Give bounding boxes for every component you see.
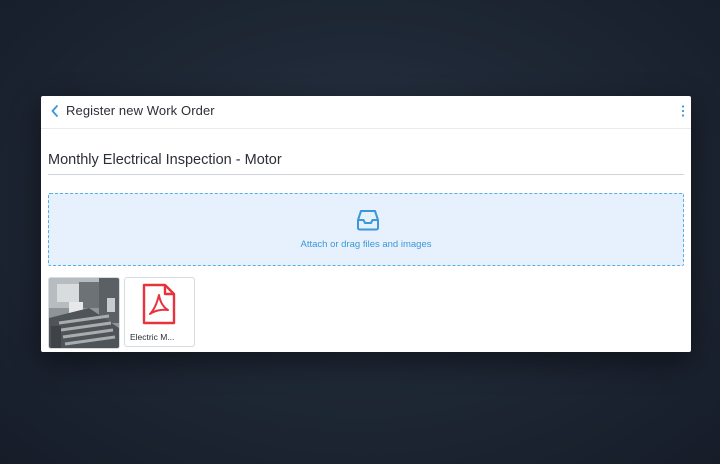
work-order-title-input[interactable]: [48, 146, 684, 175]
inbox-icon: [357, 210, 379, 231]
dropzone-label: Attach or drag files and images: [300, 239, 432, 250]
attachment-pdf-file[interactable]: Electric M...: [124, 277, 195, 347]
attachment-file-name: Electric M...: [130, 332, 175, 342]
attachment-photo-thumbnail[interactable]: [48, 277, 120, 349]
page-title: Register new Work Order: [66, 103, 215, 118]
panel-header: Register new Work Order: [41, 96, 691, 129]
more-vertical-icon[interactable]: [680, 104, 686, 118]
chevron-left-icon[interactable]: [48, 102, 62, 120]
work-order-panel: Register new Work Order Attach or drag f…: [41, 96, 691, 352]
photo-thumbnail-image: [49, 278, 119, 348]
pdf-icon: [142, 283, 176, 325]
file-dropzone[interactable]: Attach or drag files and images: [48, 193, 684, 266]
